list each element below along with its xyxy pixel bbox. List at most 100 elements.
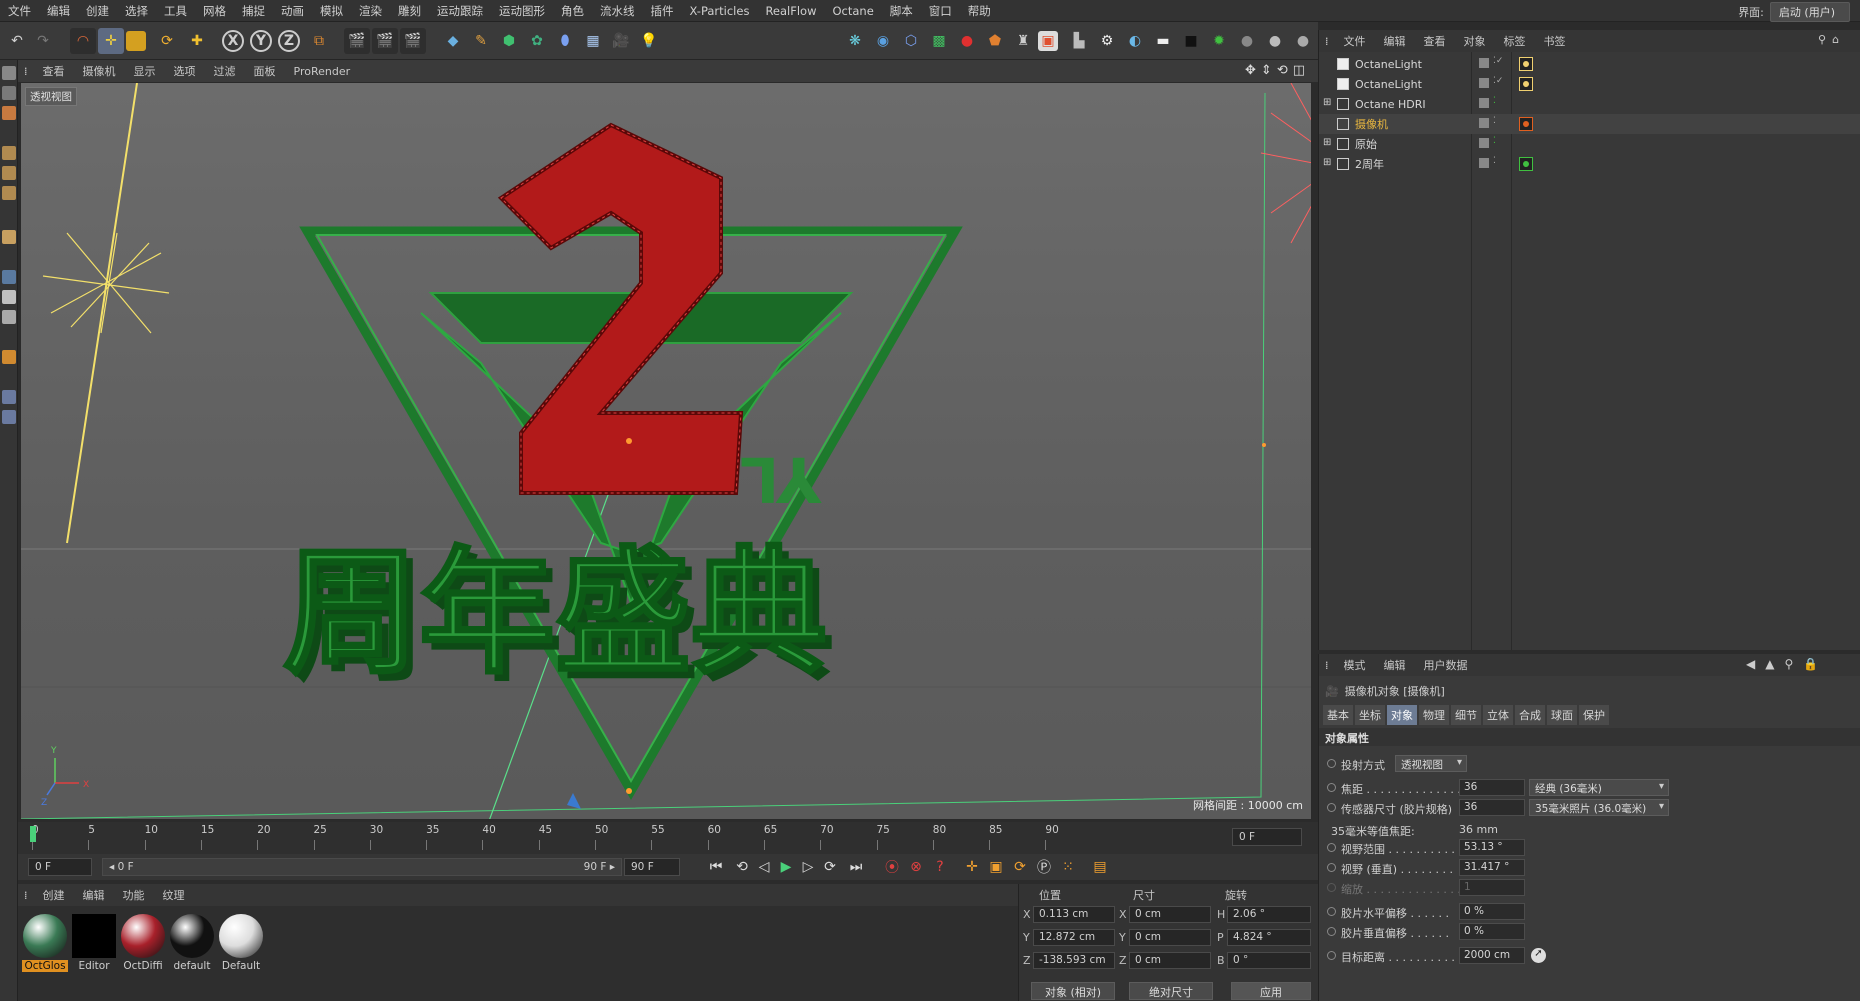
object-menu-item[interactable]: 书签 <box>1535 33 1575 49</box>
material-menu-item[interactable]: 功能 <box>114 887 154 903</box>
menu-item[interactable]: 编辑 <box>39 3 78 19</box>
move-view-icon[interactable]: ✥ <box>1245 63 1256 78</box>
coordinate-field[interactable]: 0.113 cm <box>1033 906 1115 923</box>
attribute-value-field[interactable]: 36 <box>1459 779 1525 796</box>
coordinate-field[interactable]: 0 ° <box>1227 952 1311 969</box>
menu-item[interactable]: 运动图形 <box>491 3 553 19</box>
undo-icon[interactable]: ↶ <box>4 28 30 54</box>
animate-dot[interactable] <box>1327 803 1336 812</box>
search-icon[interactable]: ⚲ <box>1818 33 1826 46</box>
tweak-icon[interactable] <box>2 290 16 304</box>
coordinate-field[interactable]: 0 cm <box>1129 929 1211 946</box>
menu-item[interactable]: X-Particles <box>682 4 758 18</box>
layer-icon[interactable] <box>1479 138 1489 148</box>
menu-item[interactable]: 窗口 <box>921 3 960 19</box>
material-swatch[interactable]: default <box>169 914 215 972</box>
zoom-view-icon[interactable]: ⇕ <box>1261 63 1272 78</box>
attribute-value-field[interactable]: 0 % <box>1459 903 1525 920</box>
menu-item[interactable]: 角色 <box>553 3 592 19</box>
object-tag-icon[interactable] <box>1519 77 1533 91</box>
object-menu-item[interactable]: 编辑 <box>1375 33 1415 49</box>
material-swatch[interactable]: OctGlos <box>22 914 68 972</box>
timeline-menu-icon[interactable]: ▤ <box>1088 855 1112 879</box>
attribute-tab[interactable]: 物理 <box>1419 705 1449 725</box>
octane-sphere-icon[interactable]: ● <box>1234 28 1260 54</box>
object-name[interactable]: Octane HDRI <box>1355 98 1426 111</box>
attribute-dropdown[interactable]: 35毫米照片 (36.0毫米) <box>1529 799 1669 816</box>
material-menu-item[interactable]: 纹理 <box>154 887 194 903</box>
render-settings-icon[interactable]: 🎬 <box>400 28 426 54</box>
attribute-tab[interactable]: 基本 <box>1323 705 1353 725</box>
play-icon[interactable]: ▶ <box>774 855 798 879</box>
playhead[interactable] <box>30 826 36 842</box>
attribute-menu-item[interactable]: 编辑 <box>1375 657 1415 673</box>
layer-icon[interactable] <box>1479 78 1489 88</box>
visibility-dots-icon[interactable]: ⁚ <box>1493 96 1496 106</box>
viewport-menu-item[interactable]: 查看 <box>34 63 74 79</box>
object-row[interactable]: 2周年 ⁚ ⊞ <box>1319 154 1860 174</box>
attribute-value-field[interactable]: 31.417 ° <box>1459 859 1525 876</box>
object-tag-icon[interactable] <box>1519 57 1533 71</box>
grid-icon[interactable] <box>2 390 16 404</box>
menu-item[interactable]: 网格 <box>195 3 234 19</box>
menu-item[interactable]: 选择 <box>117 3 156 19</box>
expand-icon[interactable]: ⊞ <box>1323 97 1331 108</box>
object-menu-item[interactable]: 查看 <box>1415 33 1455 49</box>
x-axis-lock-icon[interactable]: X <box>222 30 244 52</box>
record-keys-icon[interactable]: ⦿ <box>880 855 904 879</box>
menu-item[interactable]: 文件 <box>0 3 39 19</box>
snap-icon[interactable] <box>2 230 16 244</box>
menu-item[interactable]: 帮助 <box>960 3 999 19</box>
menu-item[interactable]: 捕捉 <box>234 3 273 19</box>
coordinate-mode-dropdown[interactable]: 对象 (相对) <box>1031 982 1115 1000</box>
object-menu-item[interactable]: 对象 <box>1455 33 1495 49</box>
solo-icon[interactable] <box>2 350 16 364</box>
live-selection-icon[interactable]: ◠ <box>70 28 96 54</box>
octane-object-icon[interactable]: ⬡ <box>898 28 924 54</box>
attribute-value-field[interactable]: 0 % <box>1459 923 1525 940</box>
rotate-view-icon[interactable]: ⟲ <box>1277 63 1288 78</box>
octane-rect-icon[interactable]: ▬ <box>1150 28 1176 54</box>
material-menu-item[interactable]: 创建 <box>34 887 74 903</box>
visibility-dots-icon[interactable]: ⁚✓ <box>1493 56 1503 66</box>
animate-dot[interactable] <box>1327 883 1336 892</box>
visibility-dots-icon[interactable]: ⁚✓ <box>1493 76 1503 86</box>
go-to-start-icon[interactable]: ⏮ <box>704 855 728 879</box>
redo-icon[interactable]: ↷ <box>30 28 56 54</box>
up-arrow-icon[interactable]: ▲ <box>1765 657 1774 671</box>
animate-dot[interactable] <box>1327 951 1336 960</box>
attribute-tab[interactable]: 细节 <box>1451 705 1481 725</box>
attribute-tab[interactable]: 合成 <box>1515 705 1545 725</box>
viewport-menu-item[interactable]: 摄像机 <box>74 63 125 79</box>
menu-item[interactable]: Octane <box>824 4 881 18</box>
apply-button[interactable]: 应用 <box>1231 982 1311 1000</box>
object-name[interactable]: OctaneLight <box>1355 78 1422 91</box>
menu-item[interactable]: 插件 <box>643 3 682 19</box>
viewport-menu-item[interactable]: 过滤 <box>205 63 245 79</box>
coordinate-field[interactable]: 0 cm <box>1129 952 1211 969</box>
range-slider[interactable]: ◂ 0 F 90 F ▸ <box>102 858 622 876</box>
mode-edges-icon[interactable] <box>2 166 16 180</box>
attribute-tab[interactable]: 立体 <box>1483 705 1513 725</box>
scale-tool-icon[interactable] <box>126 31 146 51</box>
layout-dropdown[interactable]: 启动 (用户) <box>1769 2 1850 22</box>
timeline-ruler[interactable]: 051015202530354045505560657075808590 0 F <box>18 822 1318 854</box>
coordinate-field[interactable]: -138.593 cm <box>1033 952 1115 969</box>
subdivision-icon[interactable]: ⬢ <box>496 28 522 54</box>
keyframe-selection-icon[interactable]: ? <box>928 855 952 879</box>
autokey-icon[interactable]: ⊗ <box>904 855 928 879</box>
pen-spline-icon[interactable]: ✎ <box>468 28 494 54</box>
menu-item[interactable]: 运动跟踪 <box>429 3 491 19</box>
guides-icon[interactable] <box>2 410 16 424</box>
add-tool-icon[interactable]: ✚ <box>184 28 210 54</box>
attribute-menu-item[interactable]: 模式 <box>1335 657 1375 673</box>
expand-icon[interactable]: ⊞ <box>1323 157 1331 168</box>
attribute-value-field[interactable]: 36 <box>1459 799 1525 816</box>
move-tool-icon[interactable]: ✛ <box>98 28 124 54</box>
attribute-value-field[interactable]: 2000 cm <box>1459 947 1525 964</box>
perspective-viewport[interactable]: 透视视图 ⅂⅄ 周年盛典 周年盛典 Y X Z 网格间距: 10000 cm <box>20 82 1312 820</box>
rotate-tool-icon[interactable]: ⟳ <box>154 28 180 54</box>
octane-shield-icon[interactable]: ⬟ <box>982 28 1008 54</box>
octane-sun-icon[interactable]: ✹ <box>1206 28 1232 54</box>
floor-icon[interactable]: ▦ <box>580 28 606 54</box>
